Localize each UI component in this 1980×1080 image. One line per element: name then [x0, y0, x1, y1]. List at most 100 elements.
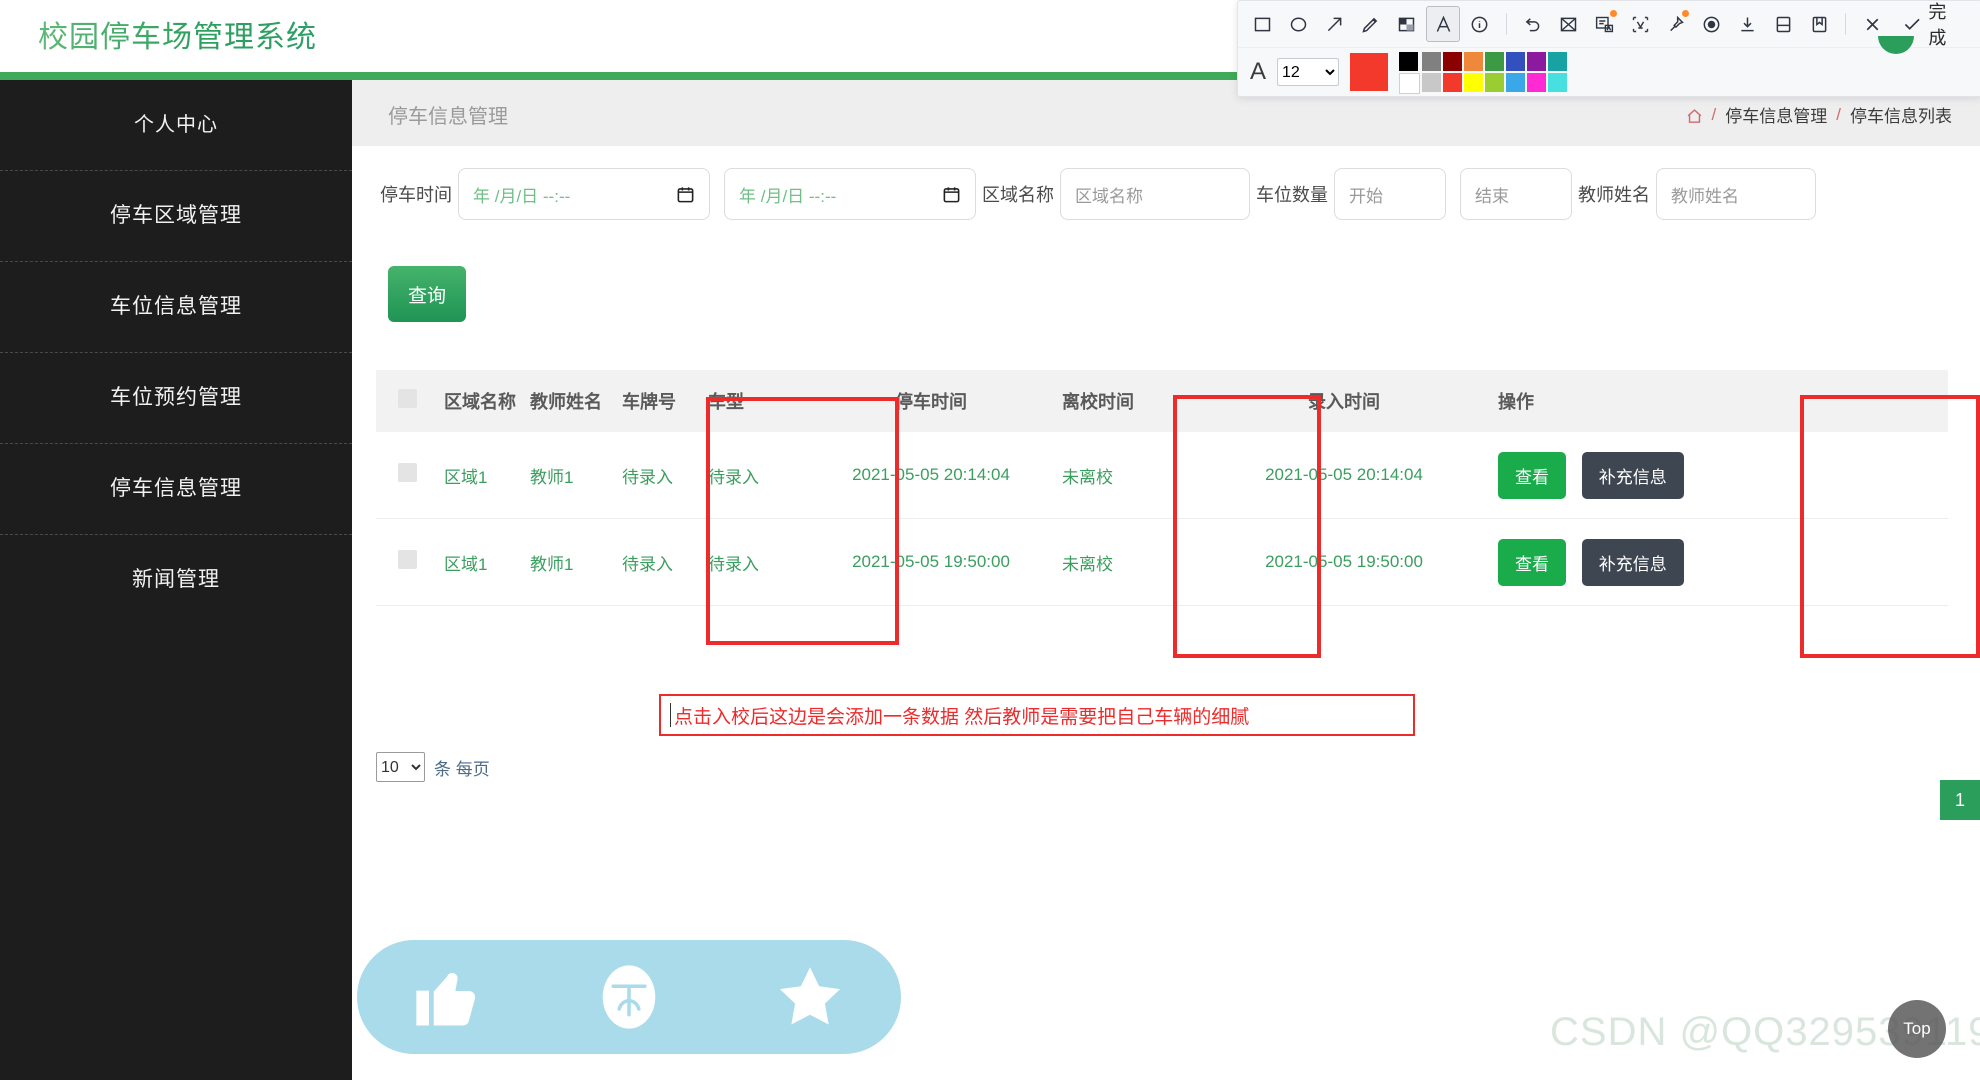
arrow-icon[interactable] — [1319, 7, 1351, 41]
record-icon[interactable] — [1696, 7, 1728, 41]
pencil-icon[interactable] — [1354, 7, 1386, 41]
color-swatch[interactable] — [1527, 52, 1547, 71]
view-button[interactable]: 查看 — [1498, 451, 1566, 499]
translate-icon[interactable] — [1624, 7, 1656, 41]
sidebar-item-spot-reservation[interactable]: 车位预约管理 — [0, 353, 352, 444]
ocr-icon[interactable] — [1588, 7, 1620, 41]
park-time-end-input[interactable]: 年 /月/日 --:-- — [724, 168, 976, 220]
badge-dot — [1681, 10, 1689, 17]
park-time-start-placeholder: 年 /月/日 --:-- — [473, 186, 571, 206]
color-swatch[interactable] — [1399, 52, 1419, 71]
save-icon[interactable] — [1768, 7, 1800, 41]
row-checkbox[interactable] — [398, 550, 417, 569]
teacher-name-input[interactable]: 教师姓名 — [1656, 168, 1816, 220]
color-swatch[interactable] — [1548, 73, 1568, 92]
color-palette — [1399, 52, 1568, 94]
table-row: 区域1 教师1 待录入 待录入 2021-05-05 19:50:00 未离校 … — [376, 518, 1948, 606]
header-area: 区域名称 — [444, 392, 516, 412]
ellipse-icon[interactable] — [1283, 7, 1315, 41]
mosaic-icon[interactable] — [1390, 7, 1422, 41]
cell-leave-time: 未离校 — [1056, 432, 1224, 519]
page-number-1[interactable]: 1 — [1940, 780, 1980, 820]
main-content: 停车信息管理 / 停车信息管理 / 停车信息列表 停车时间 年 /月/日 --:… — [352, 80, 1980, 1080]
cell-entry-time: 2021-05-05 20:14:04 — [1224, 432, 1492, 519]
calendar-icon[interactable] — [942, 185, 961, 204]
badge-dot — [1610, 10, 1618, 17]
sidebar-item-label: 车位信息管理 — [110, 295, 242, 318]
download-icon[interactable] — [1732, 7, 1764, 41]
undo-icon[interactable] — [1517, 7, 1549, 41]
view-button[interactable]: 查看 — [1498, 538, 1566, 586]
color-swatch[interactable] — [1422, 73, 1442, 92]
sidebar-item-news[interactable]: 新闻管理 — [0, 535, 352, 625]
header-park-time: 停车时间 — [895, 392, 967, 412]
breadcrumb: / 停车信息管理 / 停车信息列表 — [1686, 102, 1952, 127]
supplement-info-button[interactable]: 补充信息 — [1581, 451, 1684, 499]
color-swatch[interactable] — [1443, 52, 1463, 71]
calendar-icon[interactable] — [676, 185, 695, 204]
header-model: 车型 — [708, 392, 744, 412]
color-swatch[interactable] — [1506, 73, 1526, 92]
annotation-toolbar: 完成 A 81012141824 — [1237, 0, 1980, 97]
color-swatch[interactable] — [1506, 52, 1526, 71]
star-icon[interactable] — [772, 959, 848, 1035]
query-button[interactable]: 查询 — [388, 266, 466, 322]
cell-teacher: 教师1 — [524, 432, 616, 519]
crop-icon[interactable] — [1553, 7, 1585, 41]
cell-entry-time: 2021-05-05 19:50:00 — [1224, 518, 1492, 606]
annotation-tool-row: 完成 — [1238, 1, 1980, 48]
page-size-unit: 条 每页 — [434, 759, 490, 779]
app-title: 校园停车场管理系统 — [38, 12, 317, 56]
sidebar: 个人中心 停车区域管理 车位信息管理 车位预约管理 停车信息管理 新闻管理 — [0, 80, 352, 1080]
supplement-info-button[interactable]: 补充信息 — [1581, 538, 1684, 586]
color-swatch[interactable] — [1485, 73, 1505, 92]
color-swatch[interactable] — [1422, 52, 1442, 71]
row-select-cell — [376, 432, 438, 519]
sidebar-item-personal-center[interactable]: 个人中心 — [0, 80, 352, 171]
park-time-start-input[interactable]: 年 /月/日 --:-- — [458, 168, 710, 220]
row-checkbox[interactable] — [398, 463, 417, 482]
color-swatch[interactable] — [1464, 73, 1484, 92]
home-icon[interactable] — [1686, 108, 1703, 125]
color-swatch[interactable] — [1443, 73, 1463, 92]
cell-ops: 查看 补充信息 — [1492, 518, 1948, 606]
area-name-label: 区域名称 — [982, 185, 1054, 205]
sidebar-item-parking-info[interactable]: 停车信息管理 — [0, 444, 352, 535]
breadcrumb-parent[interactable]: 停车信息管理 — [1725, 102, 1827, 127]
spot-count-end-input[interactable]: 结束 — [1460, 168, 1572, 220]
text-icon[interactable] — [1426, 6, 1460, 42]
done-label: 完成 — [1928, 2, 1947, 48]
teacher-name-label: 教师姓名 — [1578, 185, 1650, 205]
color-swatch[interactable] — [1399, 73, 1421, 94]
sidebar-item-label: 新闻管理 — [132, 568, 220, 591]
annotation-text-box[interactable]: 点击入校后这边是会添加一条数据 然后教师是需要把自己车辆的细腻 — [659, 694, 1415, 736]
table-header-row: 区域名称 教师姓名 车牌号 车型 停车时间 离校时间 录入时间 操作 — [376, 370, 1948, 432]
bookmark-icon[interactable] — [1803, 7, 1835, 41]
sidebar-item-spot-info[interactable]: 车位信息管理 — [0, 262, 352, 353]
page-size-select[interactable]: 102050100 — [376, 752, 425, 782]
check-icon — [1904, 18, 1920, 30]
circle-badge-icon[interactable] — [591, 959, 667, 1035]
thumbs-up-icon[interactable] — [410, 959, 486, 1035]
rectangle-icon[interactable] — [1247, 7, 1279, 41]
font-size-select[interactable]: 81012141824 — [1277, 58, 1340, 86]
color-swatch[interactable] — [1527, 73, 1547, 92]
pin-icon[interactable] — [1660, 7, 1692, 41]
spot-count-start-placeholder: 开始 — [1349, 186, 1383, 206]
sidebar-item-label: 停车区域管理 — [110, 204, 242, 227]
spot-count-start-input[interactable]: 开始 — [1334, 168, 1446, 220]
color-swatch[interactable] — [1548, 52, 1568, 71]
color-swatch[interactable] — [1485, 52, 1505, 71]
select-all-checkbox[interactable] — [398, 389, 417, 408]
filter-bar: 停车时间 年 /月/日 --:-- 年 /月/日 --:-- 区域名称 区域名称… — [352, 146, 1980, 250]
cell-model: 待录入 — [702, 518, 834, 606]
back-to-top-button[interactable]: Top — [1888, 1000, 1946, 1058]
color-swatch[interactable] — [1464, 52, 1484, 71]
sidebar-item-parking-area[interactable]: 停车区域管理 — [0, 171, 352, 262]
info-icon[interactable] — [1464, 7, 1496, 41]
area-name-input[interactable]: 区域名称 — [1060, 168, 1250, 220]
breadcrumb-separator-2: / — [1836, 104, 1841, 124]
current-color-swatch[interactable] — [1350, 53, 1389, 91]
cell-area: 区域1 — [438, 518, 524, 606]
header-plate: 车牌号 — [622, 392, 676, 412]
